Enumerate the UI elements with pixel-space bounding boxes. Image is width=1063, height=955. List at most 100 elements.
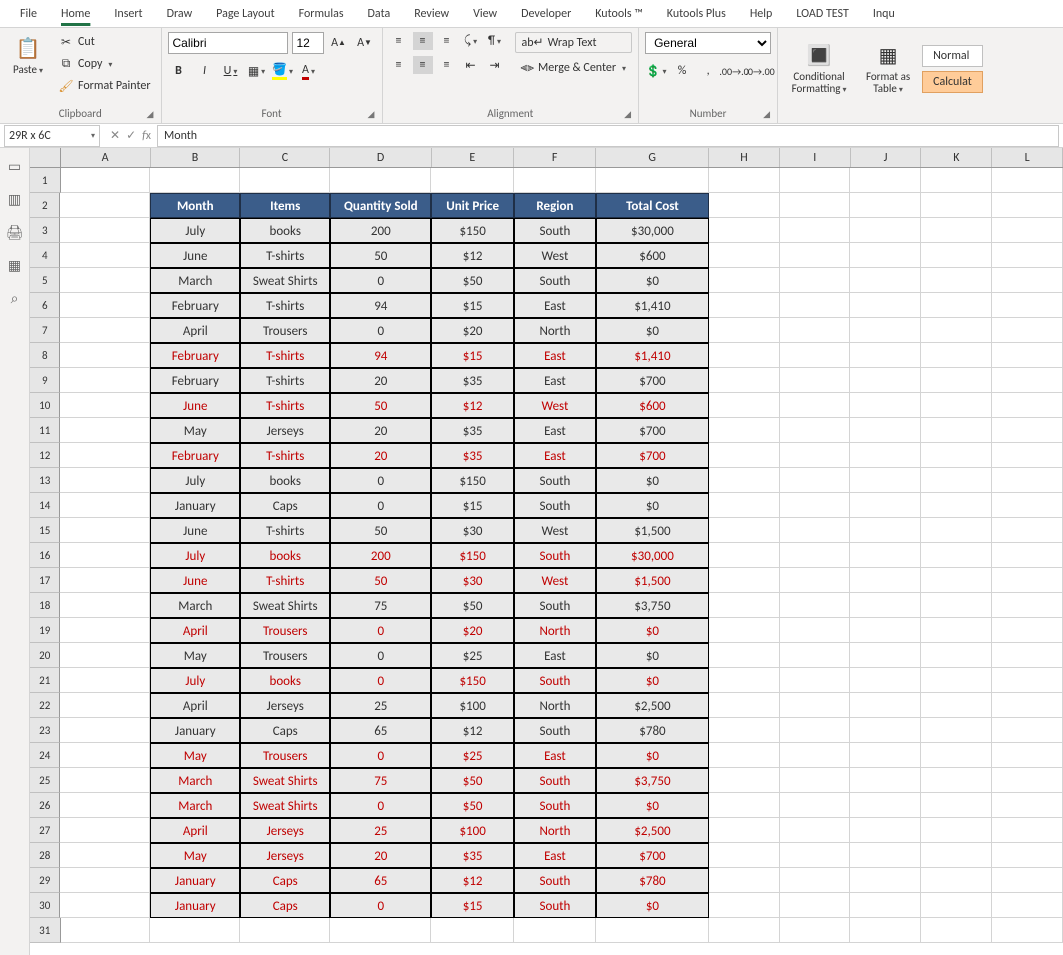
cell-G13[interactable]: $0 — [596, 468, 709, 493]
cell-J28[interactable] — [850, 843, 921, 868]
italic-button[interactable]: I — [194, 60, 216, 82]
cell-F15[interactable]: West — [514, 518, 596, 543]
format-as-table-button[interactable]: ▦ Format as Table — [858, 39, 918, 98]
cell-H23[interactable] — [709, 718, 780, 743]
cell-E26[interactable]: $50 — [431, 793, 513, 818]
number-format-select[interactable]: General — [645, 32, 771, 54]
cell-G15[interactable]: $1,500 — [596, 518, 709, 543]
row-header-22[interactable]: 22 — [30, 693, 60, 718]
decrease-font-button[interactable]: A▼ — [354, 32, 376, 54]
cell-F30[interactable]: South — [514, 893, 596, 918]
cell-B10[interactable]: June — [150, 393, 240, 418]
cell-E20[interactable]: $25 — [431, 643, 513, 668]
cell-E4[interactable]: $12 — [431, 243, 513, 268]
col-header-D[interactable]: D — [330, 148, 431, 167]
cell-K9[interactable] — [921, 368, 992, 393]
cell-A23[interactable] — [60, 718, 150, 743]
cell-J21[interactable] — [850, 668, 921, 693]
cell-A13[interactable] — [60, 468, 150, 493]
cell-L4[interactable] — [992, 243, 1063, 268]
ltr-button[interactable]: ¶ — [485, 32, 505, 50]
cell-G5[interactable]: $0 — [596, 268, 709, 293]
cell-L11[interactable] — [992, 418, 1063, 443]
row-header-26[interactable]: 26 — [30, 793, 60, 818]
cell-J19[interactable] — [850, 618, 921, 643]
cell-B13[interactable]: July — [150, 468, 240, 493]
cell-J8[interactable] — [850, 343, 921, 368]
cell-A27[interactable] — [60, 818, 150, 843]
cell-F16[interactable]: South — [514, 543, 596, 568]
cell-H1[interactable] — [709, 168, 780, 193]
cell-E2[interactable]: Unit Price — [431, 193, 513, 218]
cell-E24[interactable]: $25 — [431, 743, 513, 768]
cell-I1[interactable] — [780, 168, 851, 193]
cell-E28[interactable]: $35 — [431, 843, 513, 868]
col-header-B[interactable]: B — [151, 148, 241, 167]
clipboard-launcher[interactable]: ◢ — [147, 109, 159, 121]
row-header-24[interactable]: 24 — [30, 743, 60, 768]
cell-J5[interactable] — [850, 268, 921, 293]
cell-K18[interactable] — [921, 593, 992, 618]
cell-K27[interactable] — [921, 818, 992, 843]
row-header-11[interactable]: 11 — [30, 418, 60, 443]
cell-F2[interactable]: Region — [514, 193, 596, 218]
cell-C17[interactable]: T-shirts — [240, 568, 330, 593]
cell-C13[interactable]: books — [240, 468, 330, 493]
cell-A30[interactable] — [60, 893, 150, 918]
cell-K28[interactable] — [921, 843, 992, 868]
cell-L6[interactable] — [992, 293, 1063, 318]
cell-C14[interactable]: Caps — [240, 493, 330, 518]
cell-I14[interactable] — [780, 493, 851, 518]
row-header-15[interactable]: 15 — [30, 518, 60, 543]
cell-J14[interactable] — [850, 493, 921, 518]
cell-L12[interactable] — [992, 443, 1063, 468]
cell-H3[interactable] — [709, 218, 780, 243]
cell-D17[interactable]: 50 — [330, 568, 431, 593]
cell-K24[interactable] — [921, 743, 992, 768]
cell-J4[interactable] — [850, 243, 921, 268]
name-box[interactable]: 29R x 6C▾ — [4, 125, 100, 147]
cell-C24[interactable]: Trousers — [240, 743, 330, 768]
cell-C18[interactable]: Sweat Shirts — [240, 593, 330, 618]
cell-F31[interactable] — [514, 918, 596, 943]
cell-J15[interactable] — [850, 518, 921, 543]
cell-B29[interactable]: January — [150, 868, 240, 893]
cell-H31[interactable] — [709, 918, 780, 943]
cell-F9[interactable]: East — [514, 368, 596, 393]
tab-kutools-plus[interactable]: Kutools Plus — [655, 3, 738, 25]
cell-D23[interactable]: 65 — [330, 718, 431, 743]
cell-G25[interactable]: $3,750 — [596, 768, 709, 793]
cell-H25[interactable] — [709, 768, 780, 793]
cell-E15[interactable]: $30 — [431, 518, 513, 543]
row-header-29[interactable]: 29 — [30, 868, 60, 893]
row-header-2[interactable]: 2 — [30, 193, 60, 218]
cell-K17[interactable] — [921, 568, 992, 593]
cell-F3[interactable]: South — [514, 218, 596, 243]
cell-H22[interactable] — [709, 693, 780, 718]
cell-F24[interactable]: East — [514, 743, 596, 768]
cell-E17[interactable]: $30 — [431, 568, 513, 593]
cell-F12[interactable]: East — [514, 443, 596, 468]
cell-B17[interactable]: June — [150, 568, 240, 593]
cell-D19[interactable]: 0 — [330, 618, 431, 643]
cell-B22[interactable]: April — [150, 693, 240, 718]
font-size-input[interactable] — [292, 32, 324, 54]
cell-style-calculation[interactable]: Calculat — [922, 71, 983, 93]
cell-K31[interactable] — [921, 918, 992, 943]
cell-C15[interactable]: T-shirts — [240, 518, 330, 543]
cell-J30[interactable] — [850, 893, 921, 918]
cell-C1[interactable] — [240, 168, 330, 193]
cell-B6[interactable]: February — [150, 293, 240, 318]
cell-L13[interactable] — [992, 468, 1063, 493]
cell-H6[interactable] — [709, 293, 780, 318]
cell-G20[interactable]: $0 — [596, 643, 709, 668]
cell-style-normal[interactable]: Normal — [922, 45, 983, 67]
cell-K3[interactable] — [921, 218, 992, 243]
cell-I26[interactable] — [780, 793, 851, 818]
row-header-4[interactable]: 4 — [30, 243, 60, 268]
cell-D14[interactable]: 0 — [330, 493, 431, 518]
wrap-text-button[interactable]: ab↵ Wrap Text — [515, 32, 633, 53]
cell-G22[interactable]: $2,500 — [596, 693, 709, 718]
cell-J13[interactable] — [850, 468, 921, 493]
cell-F21[interactable]: South — [514, 668, 596, 693]
